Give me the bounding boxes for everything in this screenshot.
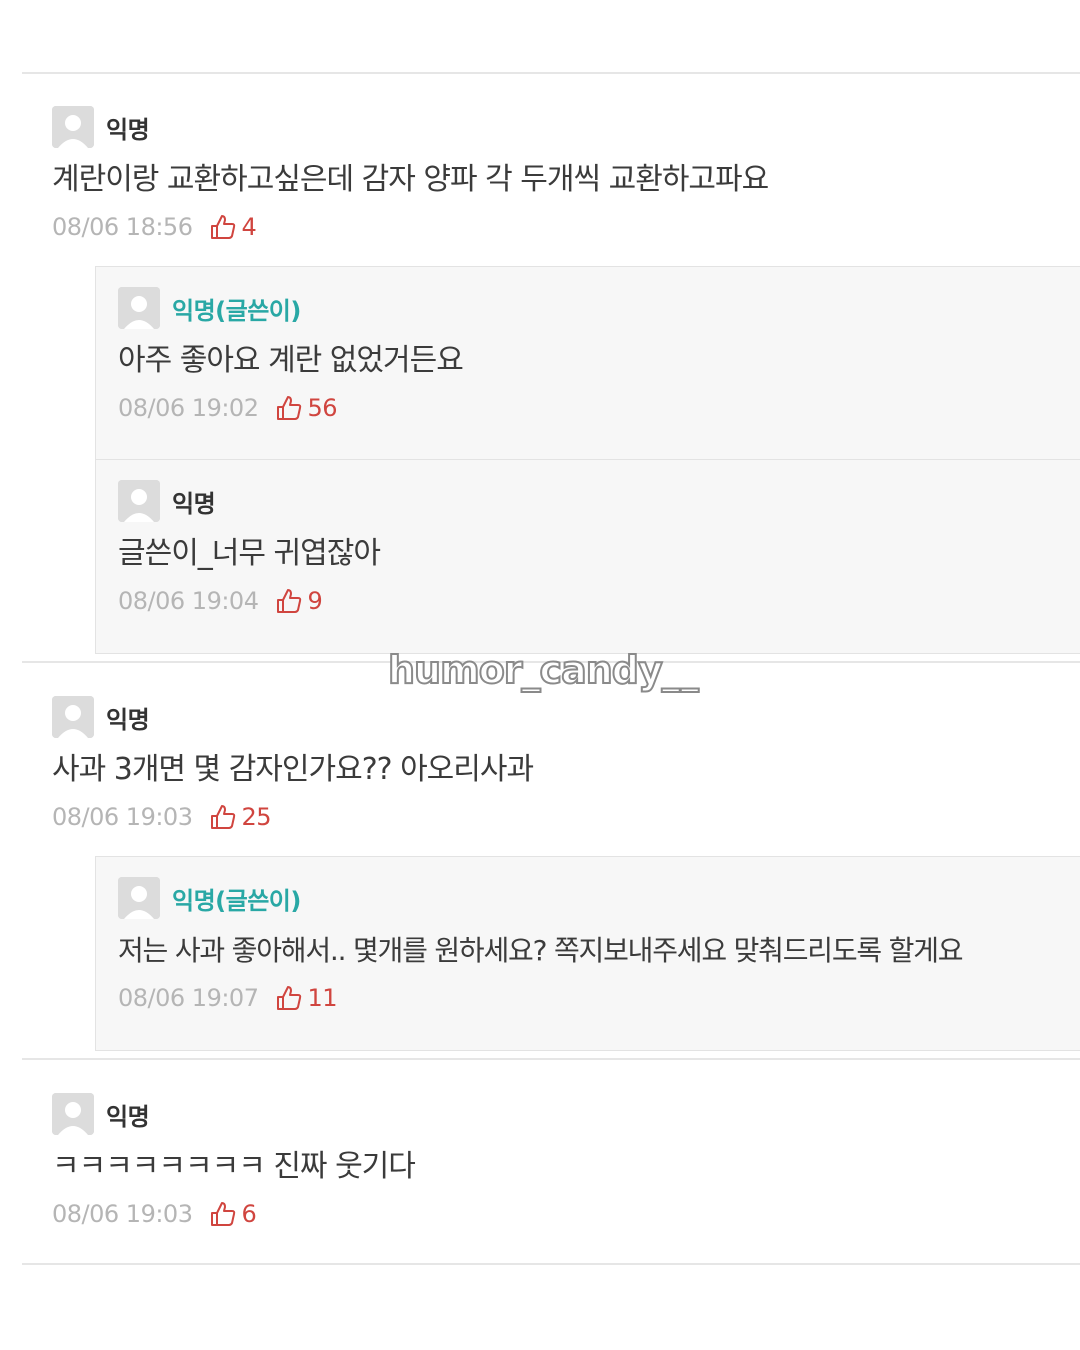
reply-meta: 08/06 19:04 9: [118, 584, 1080, 618]
reply-time: 08/06 19:02: [118, 394, 259, 422]
comment-meta: 08/06 18:56 4: [52, 210, 1080, 244]
reply-text: 저는 사과 좋아해서.. 몇개를 원하세요? 쪽지보내주세요 맞춰드리도록 할게…: [118, 934, 964, 967]
watermark: humor_candy__: [387, 647, 700, 693]
like-count: 4: [241, 213, 257, 241]
reply-time: 08/06 19:04: [118, 587, 259, 615]
default-profile-icon[interactable]: [52, 696, 94, 738]
like-count: 56: [307, 394, 338, 422]
reply-meta: 08/06 19:02 56: [118, 391, 1080, 425]
divider: [22, 1058, 1080, 1060]
comment-text: 계란이랑 교환하고싶은데 감자 양파 각 두개씩 교환하고파요: [52, 162, 769, 197]
comment-text: 사과 3개면 몇 감자인가요?? 아오리사과: [52, 752, 534, 787]
reply-author: 익명(글쓴이): [172, 296, 301, 325]
reply-meta: 08/06 19:07 11: [118, 981, 1080, 1015]
comment-header: 익명: [52, 1093, 1080, 1135]
default-profile-icon[interactable]: [118, 287, 160, 329]
thumbs-up-icon[interactable]: [274, 393, 304, 423]
default-profile-icon[interactable]: [52, 106, 94, 148]
reply-header: 익명(글쓴이): [118, 287, 1080, 329]
comment-text: ㅋㅋㅋㅋㅋㅋㅋㅋ 진짜 웃기다: [52, 1149, 416, 1184]
reply: 익명(글쓴이) 아주 좋아요 계란 없었거든요 08/06 19:02 56: [95, 266, 1080, 461]
comment-header: 익명: [52, 106, 1080, 148]
like-count: 9: [307, 587, 323, 615]
default-profile-icon[interactable]: [118, 480, 160, 522]
reply-header: 익명: [118, 480, 1080, 522]
comment-author: 익명: [106, 115, 150, 144]
reply-time: 08/06 19:07: [118, 984, 259, 1012]
comment: 익명 사과 3개면 몇 감자인가요?? 아오리사과 08/06 19:03 25: [52, 696, 1080, 834]
comment-author: 익명: [106, 1102, 150, 1131]
reply: 익명(글쓴이) 저는 사과 좋아해서.. 몇개를 원하세요? 쪽지보내주세요 맞…: [95, 856, 1080, 1051]
like-count: 25: [241, 803, 272, 831]
thumbs-up-icon[interactable]: [274, 586, 304, 616]
comment: 익명 ㅋㅋㅋㅋㅋㅋㅋㅋ 진짜 웃기다 08/06 19:03 6: [52, 1093, 1080, 1231]
like-count: 6: [241, 1200, 257, 1228]
default-profile-icon[interactable]: [118, 877, 160, 919]
comment-author: 익명: [106, 705, 150, 734]
reply-text: 아주 좋아요 계란 없었거든요: [118, 343, 464, 378]
comment-time: 08/06 19:03: [52, 803, 193, 831]
divider-bottom: [22, 1263, 1080, 1265]
reply-header: 익명(글쓴이): [118, 877, 1080, 919]
thumbs-up-icon[interactable]: [208, 1199, 238, 1229]
reply: 익명 글쓴이_너무 귀엽잖아 08/06 19:04 9: [95, 459, 1080, 654]
thumbs-up-icon[interactable]: [208, 212, 238, 242]
comment-time: 08/06 19:03: [52, 1200, 193, 1228]
thumbs-up-icon[interactable]: [274, 983, 304, 1013]
comment: 익명 계란이랑 교환하고싶은데 감자 양파 각 두개씩 교환하고파요 08/06…: [52, 106, 1080, 244]
comment-time: 08/06 18:56: [52, 213, 193, 241]
default-profile-icon[interactable]: [52, 1093, 94, 1135]
reply-text: 글쓴이_너무 귀엽잖아: [118, 536, 381, 571]
reply-author: 익명(글쓴이): [172, 886, 301, 915]
reply-author: 익명: [172, 489, 216, 518]
divider-top: [22, 72, 1080, 74]
comment-thread: 익명 계란이랑 교환하고싶은데 감자 양파 각 두개씩 교환하고파요 08/06…: [0, 0, 1080, 1350]
comment-header: 익명: [52, 696, 1080, 738]
comment-meta: 08/06 19:03 25: [52, 800, 1080, 834]
thumbs-up-icon[interactable]: [208, 802, 238, 832]
like-count: 11: [307, 984, 338, 1012]
comment-meta: 08/06 19:03 6: [52, 1197, 1080, 1231]
